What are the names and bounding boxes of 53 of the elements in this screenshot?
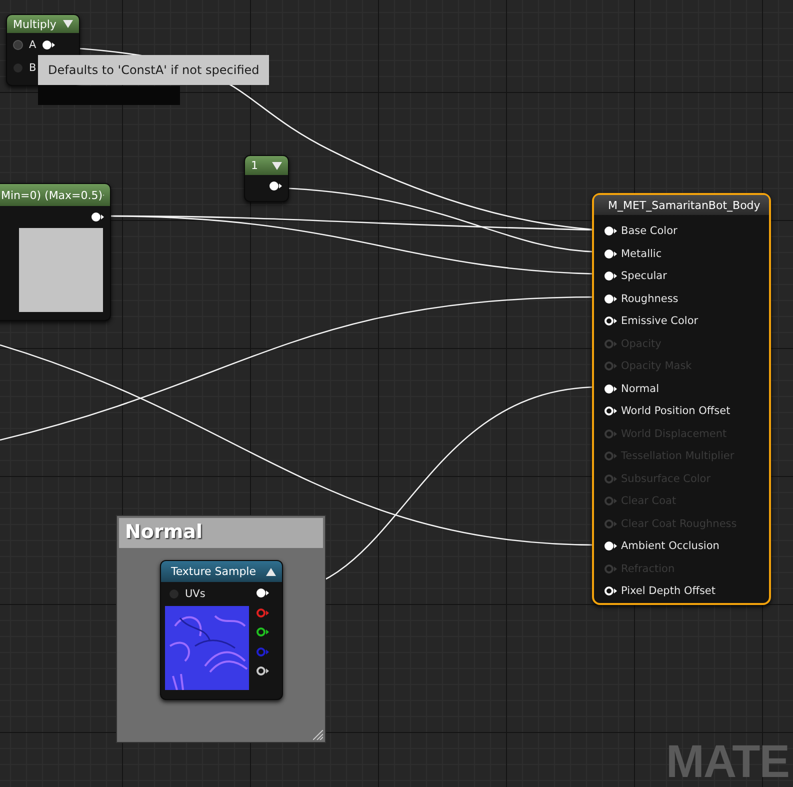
pin-label: Metallic <box>621 248 662 260</box>
pin-label: Roughness <box>621 292 678 305</box>
input-pin-icon[interactable] <box>604 518 617 529</box>
pin-label: Base Color <box>621 225 678 238</box>
input-pin-icon[interactable] <box>604 541 617 552</box>
pin-label: A <box>29 38 36 50</box>
expand-arrow-icon[interactable] <box>63 20 73 28</box>
output-pin-icon[interactable] <box>91 212 104 222</box>
pin-label: Specular <box>621 270 667 282</box>
input-pin-icon[interactable] <box>604 586 617 596</box>
node-header[interactable]: Min=0) (Max=0.5) <box>0 184 110 206</box>
pin-label: B <box>29 62 36 74</box>
node-title: 1 <box>251 159 258 172</box>
pin-label: Normal <box>621 382 659 395</box>
input-pin-icon[interactable] <box>604 564 617 574</box>
pin-label: UVs <box>185 588 206 600</box>
input-pin-icon[interactable] <box>604 451 617 462</box>
node-title: Texture Sample <box>171 565 256 578</box>
graph-type-label: MATE <box>666 738 789 784</box>
resize-grip-icon[interactable] <box>313 730 323 740</box>
material-node[interactable] <box>592 193 771 605</box>
input-pin-icon[interactable] <box>604 248 617 259</box>
input-pin-icon[interactable] <box>604 406 617 416</box>
input-pin-icon[interactable] <box>604 384 617 394</box>
node-header[interactable]: Texture Sample <box>161 561 282 582</box>
input-pin-icon[interactable] <box>13 40 23 50</box>
output-pin-icon[interactable] <box>269 181 282 191</box>
input-pin-icon[interactable] <box>604 428 617 439</box>
input-pin-icon[interactable] <box>604 226 617 236</box>
node-header[interactable]: M_MET_SamaritanBot_Body <box>594 195 769 215</box>
input-pin-icon[interactable] <box>604 361 617 372</box>
expand-arrow-icon[interactable] <box>272 162 282 170</box>
input-pin-icon[interactable] <box>604 496 617 506</box>
input-pin-icon[interactable] <box>604 474 617 484</box>
node-title: M_MET_SamaritanBot_Body <box>608 198 760 212</box>
output-pin-icon[interactable] <box>256 588 269 598</box>
node-header[interactable]: Multiply <box>7 15 79 33</box>
input-pin-icon[interactable] <box>604 338 617 349</box>
node-header[interactable]: 1 <box>245 156 288 175</box>
comment-title: Normal <box>119 518 323 548</box>
pin-label: Emissive Color <box>621 315 698 328</box>
input-pin-icon[interactable] <box>604 316 617 326</box>
output-pin-icon[interactable] <box>256 627 269 637</box>
output-pin-icon[interactable] <box>256 666 269 676</box>
node-title: Multiply <box>13 18 56 30</box>
input-pin-icon[interactable] <box>604 271 617 282</box>
pin-label: Pixel Depth Offset <box>621 585 716 598</box>
input-pin-icon[interactable] <box>604 294 617 304</box>
node-title: Min=0) (Max=0.5) <box>1 188 103 202</box>
pin-label: Ambient Occlusion <box>621 540 720 552</box>
pin-label: World Position Offset <box>621 405 730 418</box>
output-pin-icon[interactable] <box>42 40 56 50</box>
tooltip: Defaults to 'ConstA' if not specified <box>38 55 270 85</box>
